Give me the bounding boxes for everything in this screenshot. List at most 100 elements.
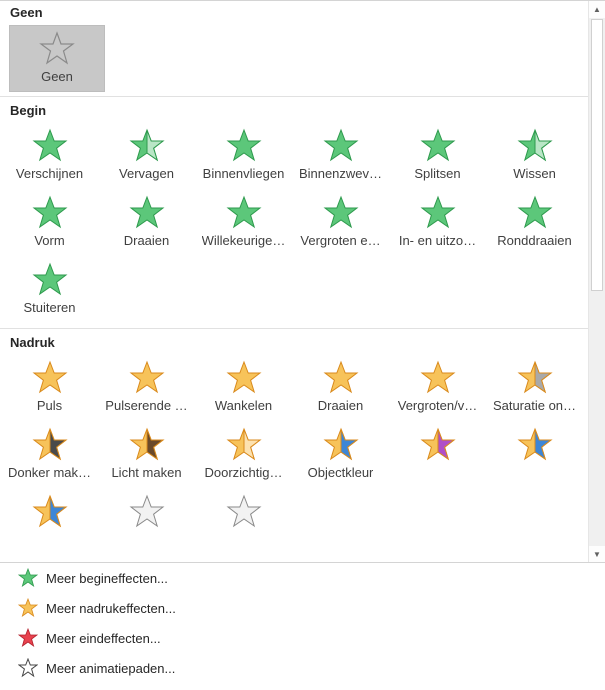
object-color-star-icon [323,427,358,461]
effect-label: Vergroten e… [300,233,381,248]
appear-star-icon [32,128,67,162]
menu-more-exit-effects[interactable]: Meer eindeffecten... [0,623,605,653]
effect-darken-star[interactable]: Donker mak… [1,422,98,489]
scroll-thumb[interactable] [591,19,603,291]
effect-label: Vervagen [119,166,174,181]
font-color-star-icon [226,494,261,528]
complementary-color-star-icon [420,427,455,461]
effect-fly-in-star[interactable]: Binnenvliegen [195,123,292,190]
swivel-star-icon [517,195,552,229]
wipe-star-icon [517,128,552,162]
effect-swivel-star[interactable]: Ronddraaien [486,190,583,257]
gallery-scroll-area: Geen Geen Begin Verschijnen Vervagen Binne… [0,1,588,562]
effect-label: Binnenzwev… [298,166,383,181]
motion-paths-icon [18,658,38,678]
bounce-star-icon [32,262,67,296]
effect-shape-star[interactable]: Vorm [1,190,98,257]
effect-random-bars-star[interactable]: Willekeurige… [195,190,292,257]
effect-appear-star[interactable]: Verschijnen [1,123,98,190]
spin-star-icon [323,360,358,394]
scroll-down-button[interactable]: ▼ [589,546,605,562]
effect-complementary-color-star[interactable] [389,422,486,489]
effect-label: Licht maken [111,465,182,480]
effect-fill-color-star[interactable] [1,489,98,556]
effect-label: Doorzichtig… [204,465,283,480]
effect-label: Saturatie on… [492,398,577,413]
none-star-icon [39,31,75,65]
effect-label: In- en uitzo… [398,233,477,248]
lighten-star-icon [129,427,164,461]
section-header-nadruk: Nadruk [0,331,588,355]
effect-label: Binnenvliegen [202,166,285,181]
grid-geen: Geen [0,25,588,92]
effect-fade-star[interactable]: Vervagen [98,123,195,190]
menu-more-emphasis-effects[interactable]: Meer nadrukeffecten... [0,593,605,623]
effect-float-in-star[interactable]: Binnenzwev… [292,123,389,190]
grow-shrink-star-icon [420,360,455,394]
effect-label: Splitsen [414,166,461,181]
effect-lighten-star[interactable]: Licht maken [98,422,195,489]
grow-turn-star-icon [323,195,358,229]
section-header-geen: Geen [0,1,588,25]
line-color-star-icon [517,427,552,461]
effect-spin-star[interactable]: Draaien [292,355,389,422]
teeter-star-icon [226,360,261,394]
menu-more-entrance-effects[interactable]: Meer begineffecten... [0,563,605,593]
wheel-star-icon [129,195,164,229]
transparency-star-icon [226,427,261,461]
animation-gallery: Geen Geen Begin Verschijnen Vervagen Binne… [0,0,605,562]
effect-label: Draaien [123,233,170,248]
effect-label: Willekeurige… [201,233,286,248]
effect-color-pulse-star[interactable]: Pulserende … [98,355,195,422]
effect-label: Vorm [34,233,65,248]
effect-line-color-star[interactable] [486,422,583,489]
menu-label: Meer begineffecten... [46,570,168,586]
effect-label: Vergroten/v… [397,398,478,413]
entrance-effects-icon [18,568,38,587]
effect-font-color-star[interactable] [195,489,292,556]
menu-label: Meer animatiepaden... [46,660,176,676]
float-in-star-icon [323,128,358,162]
effect-pulse-star[interactable]: Puls [1,355,98,422]
effect-label: Stuiteren [23,300,76,315]
effect-label: Donker mak… [7,465,92,480]
desaturate-star-icon [517,360,552,394]
effect-desaturate-star[interactable]: Saturatie on… [486,355,583,422]
vertical-scrollbar[interactable]: ▲ ▼ [588,1,605,562]
effect-bounce-star[interactable]: Stuiteren [1,257,98,324]
menu-label: Meer eindeffecten... [46,630,161,646]
effect-object-color-star[interactable]: Objectkleur [292,422,389,489]
menu-more-motion-paths[interactable]: Meer animatiepaden... [0,653,605,683]
effect-brush-color-star[interactable] [98,489,195,556]
effect-zoom-star[interactable]: In- en uitzo… [389,190,486,257]
effect-geen[interactable]: Geen [9,25,105,92]
grid-nadruk: Puls Pulserende … Wankelen Draaien Vergroten… [0,355,588,556]
grid-begin: Verschijnen Vervagen Binnenvliegen Binnenzw… [0,123,588,324]
effect-grow-turn-star[interactable]: Vergroten e… [292,190,389,257]
fade-star-icon [129,128,164,162]
effect-label: Puls [36,398,63,413]
emphasis-effects-icon [18,598,38,617]
effect-label: Objectkleur [307,465,374,480]
fly-in-star-icon [226,128,261,162]
effect-label: Verschijnen [15,166,84,181]
effect-split-star[interactable]: Splitsen [389,123,486,190]
effect-label: Draaien [317,398,364,413]
split-star-icon [420,128,455,162]
effect-wipe-star[interactable]: Wissen [486,123,583,190]
scroll-up-button[interactable]: ▲ [589,1,605,18]
effect-label: Geen [41,69,73,84]
effect-grow-shrink-star[interactable]: Vergroten/v… [389,355,486,422]
effect-teeter-star[interactable]: Wankelen [195,355,292,422]
effect-label: Wissen [513,166,556,181]
shape-star-icon [32,195,67,229]
menu-label: Meer nadrukeffecten... [46,600,176,616]
section-divider [0,96,588,97]
effect-transparency-star[interactable]: Doorzichtig… [195,422,292,489]
more-effects-menu: Meer begineffecten... Meer nadrukeffecte… [0,562,605,690]
fill-color-star-icon [32,494,67,528]
effect-wheel-star[interactable]: Draaien [98,190,195,257]
effect-label: Wankelen [214,398,273,413]
effect-label: Pulserende … [105,398,188,413]
pulse-star-icon [32,360,67,394]
